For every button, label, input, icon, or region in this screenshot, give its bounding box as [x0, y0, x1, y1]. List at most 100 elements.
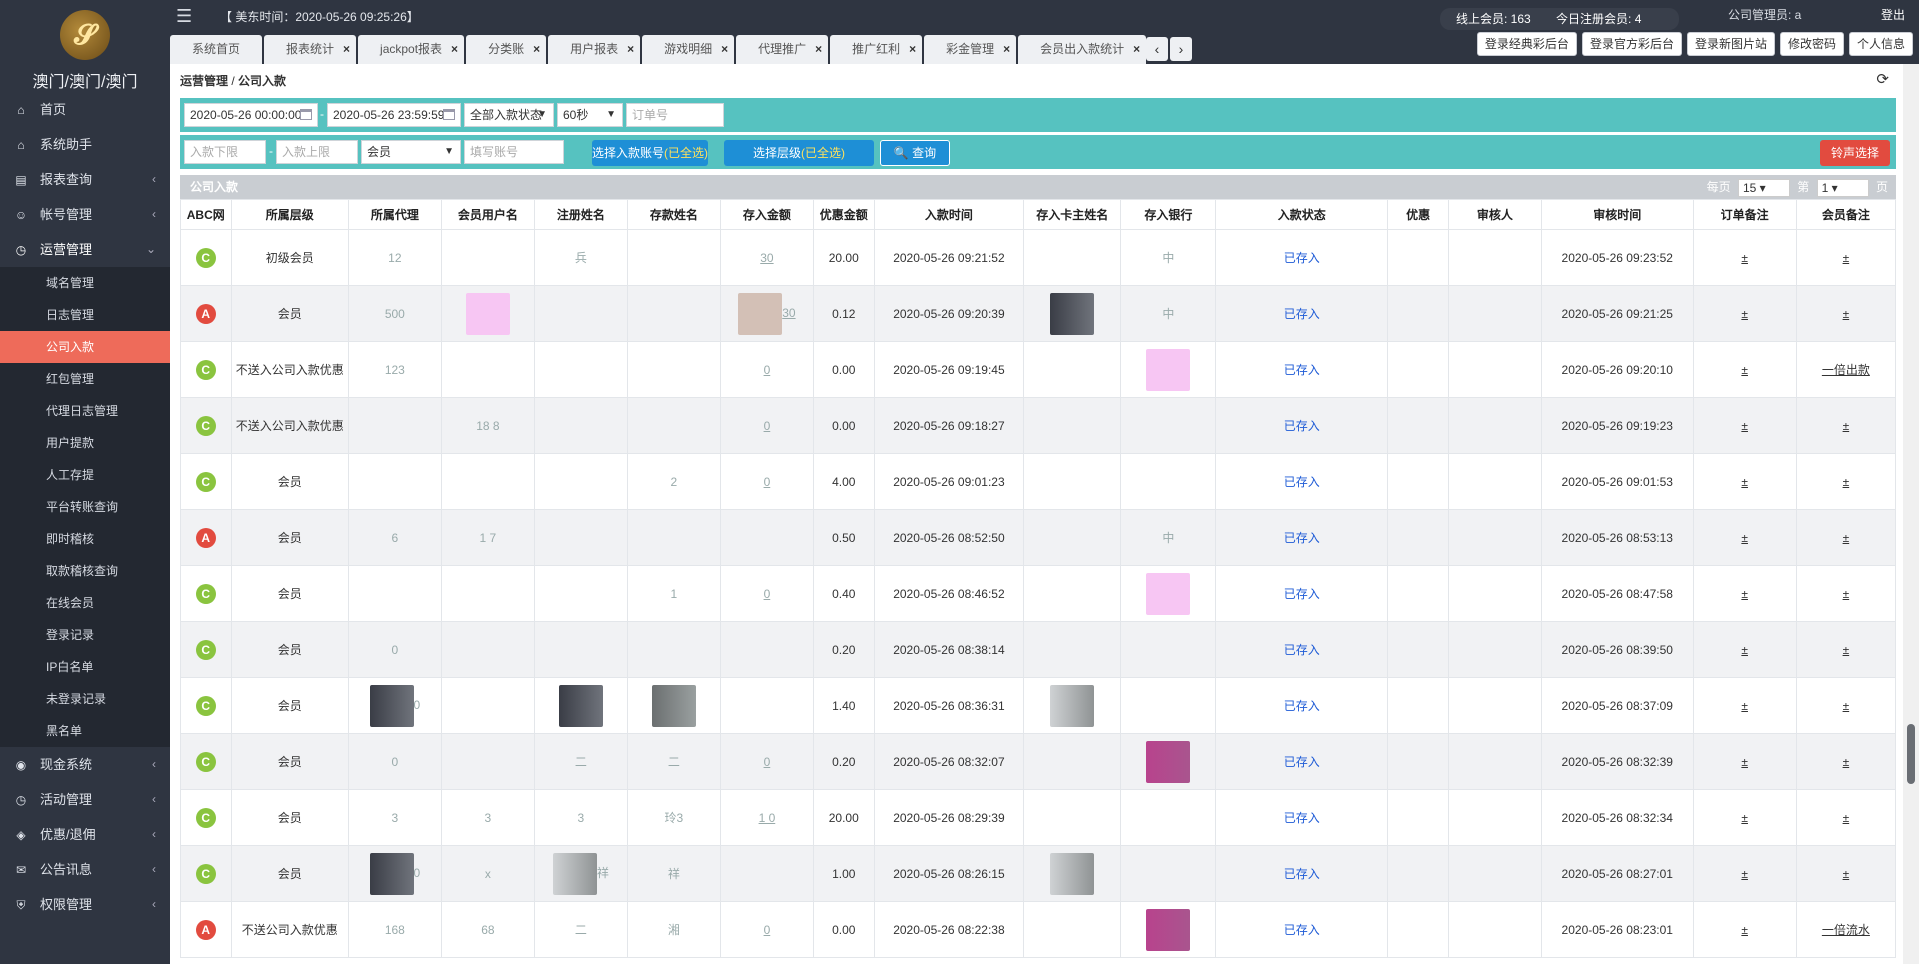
order-note-link[interactable]: ±	[1741, 923, 1748, 937]
scrollbar[interactable]	[1903, 64, 1919, 964]
tab-item[interactable]: 分类账 ×	[466, 35, 547, 64]
sidebar-item-b3[interactable]: ✉ 公告讯息 ‹	[0, 852, 170, 887]
member-note-link[interactable]: ±	[1843, 475, 1850, 489]
cell-text[interactable]: 0	[764, 755, 771, 769]
close-icon[interactable]: ×	[815, 35, 822, 64]
sidebar-subitem[interactable]: 红包管理	[0, 363, 170, 395]
status-link[interactable]: 已存入	[1284, 643, 1320, 657]
page-select[interactable]: 1 ▾	[1816, 178, 1869, 197]
cell-text[interactable]: 0	[764, 475, 771, 489]
breadcrumb-parent[interactable]: 运营管理	[180, 74, 228, 88]
member-note-link[interactable]: 一倍出款	[1822, 363, 1870, 377]
menu-toggle-icon[interactable]: ☰	[176, 6, 192, 27]
close-icon[interactable]: ×	[343, 35, 350, 64]
top-button[interactable]: 修改密码	[1779, 32, 1844, 56]
sidebar-item-t3[interactable]: ☺ 帐号管理 ‹	[0, 197, 170, 232]
top-button[interactable]: 登录经典彩后台	[1476, 32, 1577, 56]
status-link[interactable]: 已存入	[1284, 923, 1320, 937]
top-button[interactable]: 登录新图片站	[1686, 32, 1775, 56]
close-icon[interactable]: ×	[451, 35, 458, 64]
sidebar-subitem[interactable]: 在线会员	[0, 587, 170, 619]
sidebar-subitem[interactable]: 未登录记录	[0, 683, 170, 715]
member-note-link[interactable]: ±	[1843, 811, 1850, 825]
order-note-link[interactable]: ±	[1741, 307, 1748, 321]
status-link[interactable]: 已存入	[1284, 699, 1320, 713]
status-link[interactable]: 已存入	[1284, 307, 1320, 321]
sidebar-item-t0[interactable]: ⌂ 首页	[0, 92, 170, 127]
status-link[interactable]: 已存入	[1284, 363, 1320, 377]
close-icon[interactable]: ×	[1003, 35, 1010, 64]
member-note-link[interactable]: ±	[1843, 531, 1850, 545]
member-note-link[interactable]: ±	[1843, 419, 1850, 433]
sidebar-subitem[interactable]: 即时稽核	[0, 523, 170, 555]
cell-text[interactable]: 1 0	[759, 811, 776, 825]
tab-item[interactable]: 游戏明细 ×	[642, 35, 735, 64]
sidebar-subitem[interactable]: 代理日志管理	[0, 395, 170, 427]
close-icon[interactable]: ×	[1133, 35, 1140, 64]
cell-text[interactable]: 30	[760, 251, 773, 265]
tab-item[interactable]: 系统首页	[170, 35, 263, 64]
account-input[interactable]: 填写账号	[464, 140, 564, 164]
tab-item[interactable]: jackpot报表 ×	[358, 35, 465, 64]
sidebar-subitem[interactable]: 登录记录	[0, 619, 170, 651]
tab-scroll-right-icon[interactable]: ›	[1170, 37, 1192, 61]
status-link[interactable]: 已存入	[1284, 811, 1320, 825]
tab-scroll-left-icon[interactable]: ‹	[1146, 37, 1168, 61]
sidebar-subitem[interactable]: 域名管理	[0, 267, 170, 299]
order-note-link[interactable]: ±	[1741, 699, 1748, 713]
order-note-link[interactable]: ±	[1741, 475, 1748, 489]
member-note-link[interactable]: ±	[1843, 699, 1850, 713]
sidebar-item-t4[interactable]: ◷ 运营管理 ⌄	[0, 232, 170, 267]
close-icon[interactable]: ×	[533, 35, 540, 64]
order-note-link[interactable]: ±	[1741, 419, 1748, 433]
order-note-link[interactable]: ±	[1741, 251, 1748, 265]
logout-link[interactable]: 登出	[1881, 6, 1905, 23]
start-date-input[interactable]: 2020-05-26 00:00:00	[184, 103, 318, 127]
end-date-input[interactable]: 2020-05-26 23:59:59	[327, 103, 461, 127]
sidebar-item-b1[interactable]: ◷ 活动管理 ‹	[0, 782, 170, 817]
member-note-link[interactable]: 一倍流水	[1822, 923, 1870, 937]
sidebar-subitem[interactable]: 公司入款	[0, 331, 170, 363]
tab-item[interactable]: 代理推广 ×	[736, 35, 829, 64]
status-link[interactable]: 已存入	[1284, 531, 1320, 545]
member-note-link[interactable]: ±	[1843, 251, 1850, 265]
per-page-select[interactable]: 15 ▾	[1737, 178, 1790, 197]
sidebar-item-b4[interactable]: ⛨ 权限管理 ‹	[0, 887, 170, 922]
sidebar-subitem[interactable]: 用户提款	[0, 427, 170, 459]
sidebar-item-b2[interactable]: ◈ 优惠/退佣 ‹	[0, 817, 170, 852]
sidebar-subitem[interactable]: 人工存提	[0, 459, 170, 491]
status-select[interactable]: 全部入款状态 ▼	[464, 103, 554, 127]
order-note-link[interactable]: ±	[1741, 755, 1748, 769]
order-note-link[interactable]: ±	[1741, 363, 1748, 377]
sidebar-subitem[interactable]: 日志管理	[0, 299, 170, 331]
member-note-link[interactable]: ±	[1843, 307, 1850, 321]
tab-item[interactable]: 彩金管理 ×	[924, 35, 1017, 64]
sidebar-item-b0[interactable]: ◉ 现金系统 ‹	[0, 747, 170, 782]
tab-item[interactable]: 用户报表 ×	[548, 35, 641, 64]
scrollbar-thumb[interactable]	[1907, 724, 1915, 784]
status-link[interactable]: 已存入	[1284, 251, 1320, 265]
status-link[interactable]: 已存入	[1284, 755, 1320, 769]
sidebar-item-t1[interactable]: ⌂ 系统助手	[0, 127, 170, 162]
select-level-button[interactable]: 选择层级(已全选)	[724, 140, 874, 166]
interval-select[interactable]: 60秒 ▼	[557, 103, 623, 127]
close-icon[interactable]: ×	[627, 35, 634, 64]
query-button[interactable]: 🔍 查询	[880, 140, 950, 166]
status-link[interactable]: 已存入	[1284, 419, 1320, 433]
sidebar-item-t2[interactable]: ▤ 报表查询 ‹	[0, 162, 170, 197]
order-note-link[interactable]: ±	[1741, 867, 1748, 881]
member-note-link[interactable]: ±	[1843, 755, 1850, 769]
member-select[interactable]: 会员 ▼	[361, 140, 461, 164]
cell-text[interactable]: 30	[782, 306, 795, 320]
status-link[interactable]: 已存入	[1284, 867, 1320, 881]
close-icon[interactable]: ×	[909, 35, 916, 64]
member-note-link[interactable]: ±	[1843, 867, 1850, 881]
sidebar-subitem[interactable]: IP白名单	[0, 651, 170, 683]
cell-text[interactable]: 0	[764, 587, 771, 601]
cell-text[interactable]: 0	[764, 923, 771, 937]
max-amount-input[interactable]: 入款上限	[276, 140, 358, 164]
order-number-input[interactable]: 订单号	[626, 103, 724, 127]
member-note-link[interactable]: ±	[1843, 643, 1850, 657]
select-account-button[interactable]: 选择入款账号(已全选)	[592, 140, 708, 166]
tab-item[interactable]: 会员出入款统计 ×	[1018, 35, 1147, 64]
